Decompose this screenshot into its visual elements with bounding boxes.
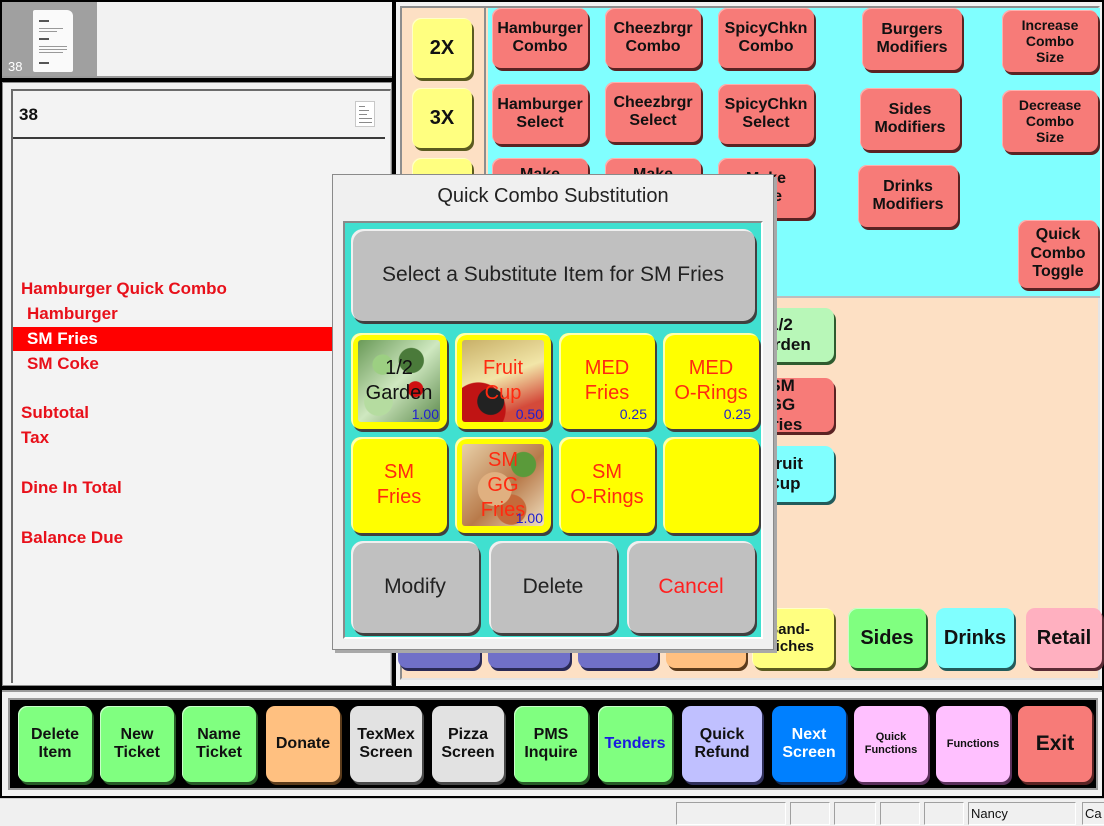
ticket-line-combo[interactable]: Hamburger Quick Combo xyxy=(13,277,333,301)
function-bar: Delete Item New Ticket Name Ticket Donat… xyxy=(8,698,1098,790)
cancel-button[interactable]: Cancel xyxy=(627,541,755,633)
drinks-tab[interactable]: Drinks xyxy=(936,608,1014,668)
pizza-screen-button[interactable]: Pizza Screen xyxy=(432,706,504,782)
substitute-item-sm-o-rings[interactable]: SM O-Rings xyxy=(559,437,655,533)
hamburger-select-button[interactable]: Hamburger Select xyxy=(492,84,588,144)
substitute-item-sm-fries[interactable]: SM Fries xyxy=(351,437,447,533)
substitute-item-med-o-rings[interactable]: MED O-Rings 0.25 xyxy=(663,333,759,429)
sides-tab[interactable]: Sides xyxy=(848,608,926,668)
item-price: 1.00 xyxy=(411,405,439,422)
ticket-line-item-selected[interactable]: SM Fries xyxy=(13,327,333,351)
drinks-modifiers-button[interactable]: Drinks Modifiers xyxy=(858,165,958,227)
name-ticket-button[interactable]: Name Ticket xyxy=(182,706,256,782)
cheezbrgr-select-button[interactable]: Cheezbrgr Select xyxy=(605,82,701,142)
functions-button[interactable]: Functions xyxy=(936,706,1010,782)
quantity-3x-button[interactable]: 3X xyxy=(412,88,472,148)
sides-modifiers-button[interactable]: Sides Modifiers xyxy=(860,88,960,150)
substitute-item-med-fries[interactable]: MED Fries 0.25 xyxy=(559,333,655,429)
donate-button[interactable]: Donate xyxy=(266,706,340,782)
retail-tab[interactable]: Retail xyxy=(1026,608,1102,668)
delete-item-button[interactable]: Delete Item xyxy=(18,706,92,782)
item-price: 0.25 xyxy=(723,405,751,422)
modify-button[interactable]: Modify xyxy=(351,541,479,633)
texmex-screen-button[interactable]: TexMex Screen xyxy=(350,706,422,782)
status-cell xyxy=(790,802,830,825)
tenders-button[interactable]: Tenders xyxy=(598,706,672,782)
quick-functions-button[interactable]: Quick Functions xyxy=(854,706,928,782)
quick-combo-toggle-button[interactable]: Quick Combo Toggle xyxy=(1018,220,1098,288)
increase-combo-size-button[interactable]: Increase Combo Size xyxy=(1002,10,1098,72)
quantity-2x-button[interactable]: 2X xyxy=(412,18,472,78)
ticket-header: 38 xyxy=(13,91,385,139)
substitute-item-sm-gg-fries[interactable]: SM GG Fries 1.00 xyxy=(455,437,551,533)
status-user-name: Nancy xyxy=(968,802,1076,825)
spicychkn-select-button[interactable]: SpicyChkn Select xyxy=(718,84,814,144)
item-price: 1.00 xyxy=(515,509,543,526)
pms-inquire-button[interactable]: PMS Inquire xyxy=(514,706,588,782)
document-icon[interactable] xyxy=(355,101,375,127)
dialog-body: Select a Substitute Item for SM Fries 1/… xyxy=(343,221,763,639)
substitute-item-half-garden[interactable]: 1/2 Garden 1.00 xyxy=(351,333,447,429)
status-cell xyxy=(834,802,876,825)
decrease-combo-size-button[interactable]: Decrease Combo Size xyxy=(1002,90,1098,152)
receipt-icon xyxy=(33,10,73,72)
substitute-item-fruit-cup[interactable]: Fruit Cup 0.50 xyxy=(455,333,551,429)
item-price: 0.25 xyxy=(619,405,647,422)
status-cell xyxy=(676,802,786,825)
delete-button[interactable]: Delete xyxy=(489,541,617,633)
ticket-number: 38 xyxy=(19,105,38,124)
substitute-item-empty[interactable] xyxy=(663,437,759,533)
ticket-tax-label: Tax xyxy=(21,428,50,447)
quick-combo-substitution-dialog: Quick Combo Substitution Select a Substi… xyxy=(332,174,774,650)
quick-refund-button[interactable]: Quick Refund xyxy=(682,706,762,782)
spicychkn-combo-button[interactable]: SpicyChkn Combo xyxy=(718,8,814,68)
status-cell xyxy=(880,802,920,825)
ticket-thumbnail[interactable]: 38 xyxy=(2,2,97,76)
dialog-title: Quick Combo Substitution xyxy=(437,185,669,207)
new-ticket-button[interactable]: New Ticket xyxy=(100,706,174,782)
cheezbrgr-combo-button[interactable]: Cheezbrgr Combo xyxy=(605,8,701,68)
status-cell xyxy=(924,802,964,825)
burgers-modifiers-button[interactable]: Burgers Modifiers xyxy=(862,8,962,70)
status-cell: Ca xyxy=(1082,802,1104,825)
ticket-thumbnail-strip: 38 xyxy=(2,2,392,78)
item-price: 0.50 xyxy=(515,405,543,422)
ticket-line-item[interactable]: Hamburger xyxy=(13,302,333,326)
function-bar-container: Delete Item New Ticket Name Ticket Donat… xyxy=(2,690,1102,796)
exit-button[interactable]: Exit xyxy=(1018,706,1092,782)
hamburger-combo-button[interactable]: Hamburger Combo xyxy=(492,8,588,68)
status-bar: Nancy Ca xyxy=(0,798,1104,826)
ticket-thumbnail-number: 38 xyxy=(8,59,23,74)
ticket-balance-due-label: Balance Due xyxy=(21,528,124,547)
ticket-line-item[interactable]: SM Coke xyxy=(13,352,333,376)
ticket-subtotal-label: Subtotal xyxy=(21,403,89,422)
substitute-prompt: Select a Substitute Item for SM Fries xyxy=(351,229,755,321)
ticket-total-label: Dine In Total xyxy=(21,478,122,497)
next-screen-button[interactable]: Next Screen xyxy=(772,706,846,782)
